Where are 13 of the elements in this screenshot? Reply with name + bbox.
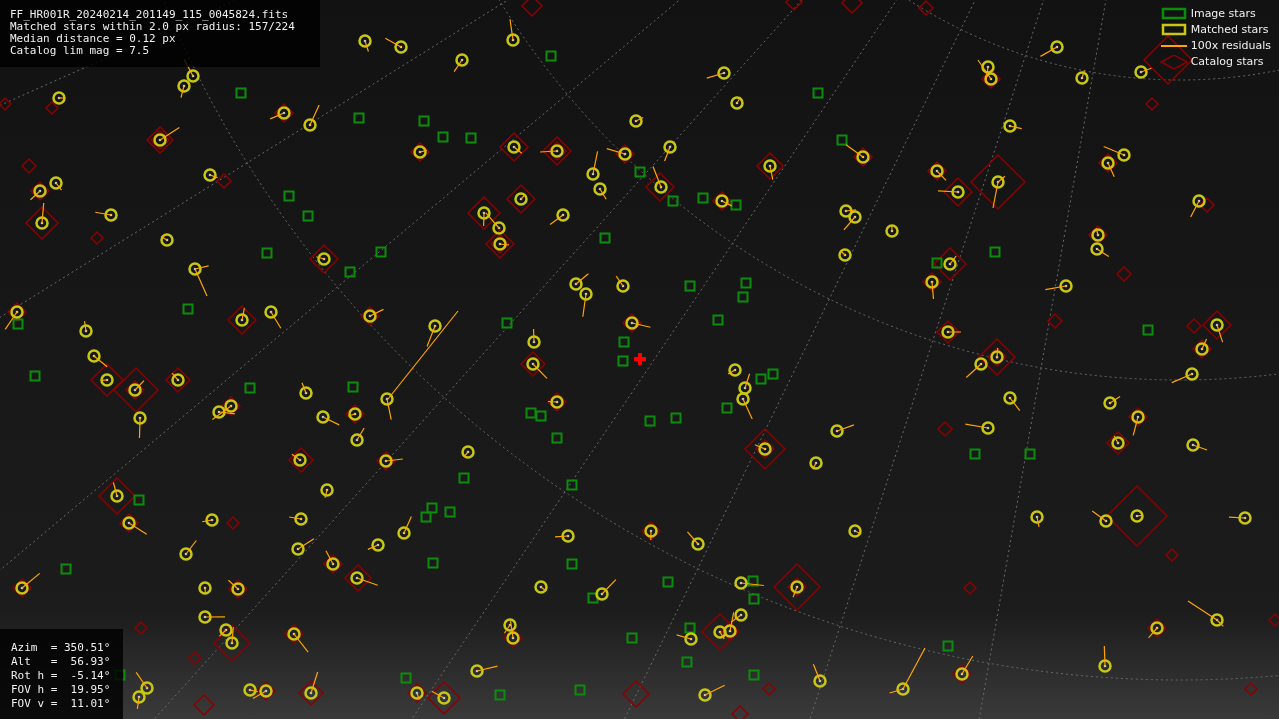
pointing-line: FOV v = 11.01° bbox=[11, 697, 112, 711]
legend-label: Catalog stars bbox=[1190, 55, 1264, 68]
info-line: FF_HR001R_20240214_201149_115_0045824.fits bbox=[10, 9, 290, 21]
info-line: Matched stars within 2.0 px radius: 157/224 bbox=[10, 21, 296, 33]
pointing-line: Azim = 350.51° bbox=[11, 641, 112, 655]
legend-label: Matched stars bbox=[1190, 23, 1269, 36]
legend-label: 100x residuals bbox=[1190, 39, 1271, 52]
pointing-line: Rot h = -5.14° bbox=[11, 669, 112, 683]
legend-label: Image stars bbox=[1190, 7, 1256, 20]
pointing-line: FOV h = 19.95° bbox=[11, 683, 112, 697]
info-line: Catalog lim mag = 7.5 bbox=[10, 45, 151, 57]
pointing-line: Alt = 56.93° bbox=[11, 655, 112, 669]
info-line: Median distance = 0.12 px bbox=[10, 33, 177, 45]
